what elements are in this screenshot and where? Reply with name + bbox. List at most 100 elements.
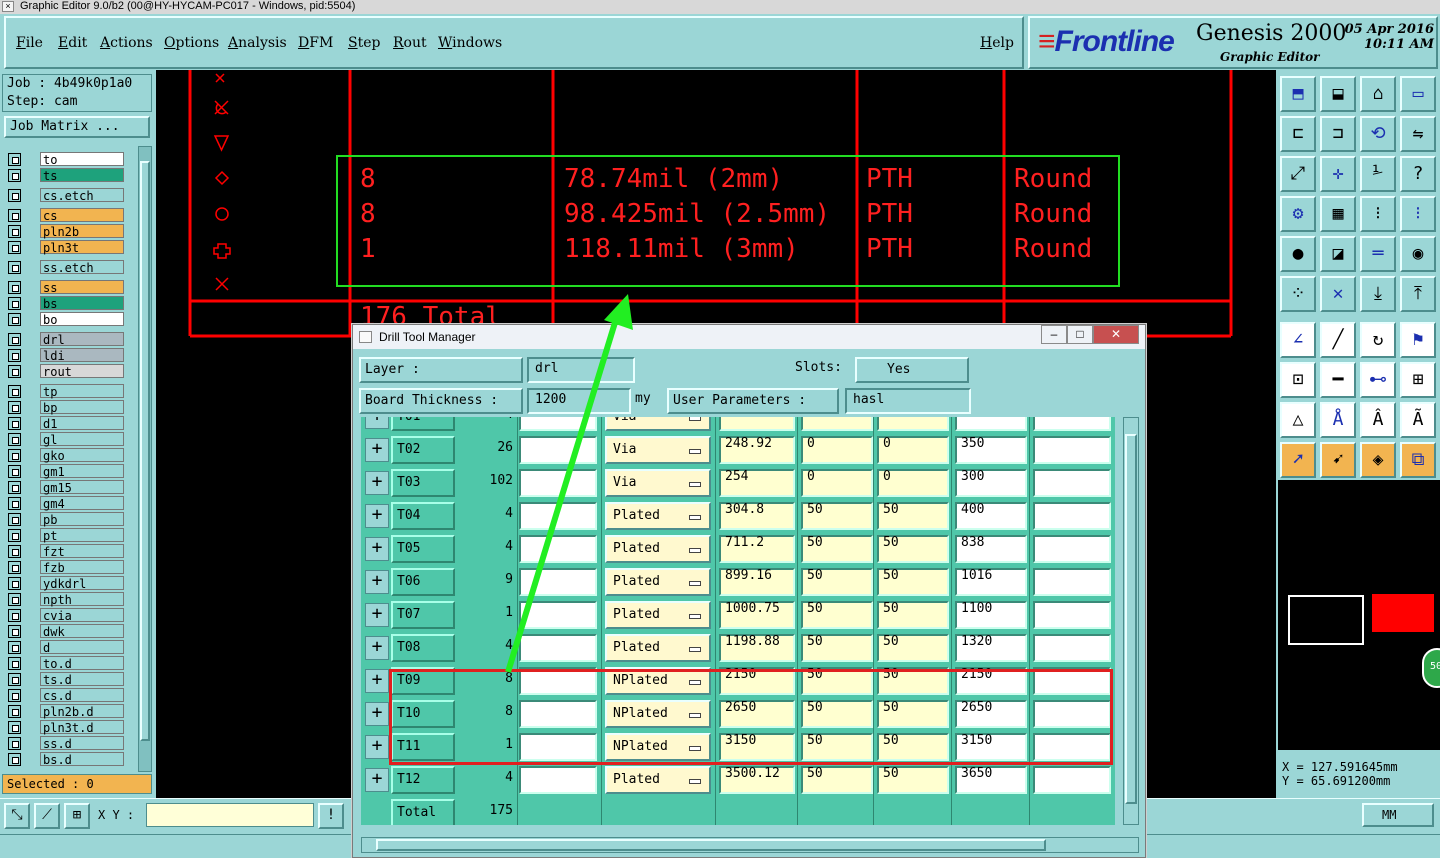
menu-file[interactable]: File <box>16 35 43 51</box>
layer-row-gl[interactable]: gl <box>4 432 126 447</box>
table-horizontal-scrollbar[interactable] <box>361 837 1139 853</box>
layer-checkbox[interactable] <box>8 641 21 654</box>
min-tolerance-field[interactable]: 50 <box>801 634 873 662</box>
layer-name[interactable]: d <box>40 640 124 655</box>
job-matrix-button[interactable]: Job Matrix ... <box>4 116 150 138</box>
layer-checkbox[interactable] <box>8 349 21 362</box>
settings-icon[interactable]: ⚙ <box>1280 196 1316 232</box>
pointer-icon[interactable]: ➚ <box>1280 442 1316 478</box>
window-icon[interactable]: ▭ <box>1400 76 1436 112</box>
tool-number[interactable]: T07 <box>391 601 455 629</box>
minimize-button[interactable]: – <box>1041 325 1067 344</box>
layer-name[interactable]: cs <box>40 208 124 223</box>
angle-icon[interactable]: ∠ <box>1280 322 1316 358</box>
max-tolerance-field[interactable]: 0 <box>877 436 949 464</box>
max-tolerance-field[interactable]: 50 <box>877 502 949 530</box>
flag-icon[interactable]: ⚑ <box>1400 322 1436 358</box>
bit-size-field[interactable]: 1016 <box>955 568 1027 596</box>
mirror-icon[interactable]: ⇋ <box>1400 116 1436 152</box>
layer-list-scrollbar[interactable] <box>138 146 152 772</box>
layer-name[interactable]: pln2b.d <box>40 704 124 719</box>
layer-row-to-d[interactable]: to.d <box>4 656 126 671</box>
tool-number[interactable]: T12 <box>391 766 455 794</box>
tool-finish-size-field[interactable] <box>519 502 597 530</box>
tool-type-select[interactable]: Via <box>605 436 711 464</box>
board-thickness-field[interactable]: 1200 <box>527 388 631 414</box>
layer-name[interactable]: pln2b <box>40 224 124 239</box>
triangle-icon[interactable]: △ <box>1280 402 1316 438</box>
layer-row-pln2b-d[interactable]: pln2b.d <box>4 704 126 719</box>
layer-row-pln3t-d[interactable]: pln3t.d <box>4 720 126 735</box>
layer-checkbox[interactable] <box>8 689 21 702</box>
layer-checkbox[interactable] <box>8 705 21 718</box>
layer-name[interactable]: gm15 <box>40 480 124 495</box>
layer-checkbox[interactable] <box>8 169 21 182</box>
layer-checkbox[interactable] <box>8 593 21 606</box>
bit-size-field[interactable]: 3650 <box>955 766 1027 794</box>
scale-icon[interactable]: ⅟ <box>1360 156 1396 192</box>
layer-name[interactable]: pln3t <box>40 240 124 255</box>
add-tool-icon[interactable]: + <box>365 669 389 693</box>
layer-name[interactable]: ydkdrl <box>40 576 124 591</box>
layer-name[interactable]: ts <box>40 168 124 183</box>
layer-checkbox[interactable] <box>8 481 21 494</box>
layer-checkbox[interactable] <box>8 577 21 590</box>
tool-type-select[interactable]: Plated <box>605 601 711 629</box>
vector-icon[interactable]: ⤒ <box>1400 276 1436 312</box>
tool-finish-size-field[interactable] <box>519 568 597 596</box>
layer-row-cs-etch[interactable]: cs.etch <box>4 188 126 203</box>
menu-rout[interactable]: Rout <box>393 35 427 51</box>
table-hscroll-thumb[interactable] <box>376 839 1046 851</box>
layer-row-pln2b[interactable]: pln2b <box>4 224 126 239</box>
dash-icon[interactable]: ━ <box>1320 362 1356 398</box>
max-tolerance-field[interactable]: 50 <box>877 535 949 563</box>
tool-number[interactable]: T06 <box>391 568 455 596</box>
layer-checkbox[interactable] <box>8 401 21 414</box>
help-query-icon[interactable]: ? <box>1400 156 1436 192</box>
route-icon[interactable]: ⧉ <box>1400 442 1436 478</box>
tool-number[interactable]: T04 <box>391 502 455 530</box>
menu-analysis[interactable]: Analysis <box>228 35 287 51</box>
layer-name[interactable]: ts.d <box>40 672 124 687</box>
center-icon[interactable]: ✛ <box>1320 156 1356 192</box>
fit-screen-icon[interactable]: ⤢ <box>1280 156 1316 192</box>
tool-type-select[interactable]: Plated <box>605 766 711 794</box>
layer-row-ldi[interactable]: ldi <box>4 348 126 363</box>
table-vertical-scrollbar[interactable] <box>1123 417 1139 825</box>
layer-checkbox[interactable] <box>8 261 21 274</box>
drill-size-field[interactable]: 899.16 <box>719 568 795 596</box>
extra-param-field[interactable] <box>1033 417 1111 431</box>
layer-name[interactable]: bp <box>40 400 124 415</box>
layer-row-bs-d[interactable]: bs.d <box>4 752 126 767</box>
extra-param-field[interactable] <box>1033 535 1111 563</box>
layer-checkbox[interactable] <box>8 561 21 574</box>
arrow-b-icon[interactable]: Â <box>1360 402 1396 438</box>
layer-name[interactable]: pln3t.d <box>40 720 124 735</box>
layer-name[interactable]: fzb <box>40 560 124 575</box>
extra-param-field[interactable] <box>1033 436 1111 464</box>
drill-size-field[interactable]: 1000.75 <box>719 601 795 629</box>
add-tool-icon[interactable]: + <box>365 438 389 462</box>
extra-param-field[interactable] <box>1033 634 1111 662</box>
add-tool-icon[interactable]: + <box>365 471 389 495</box>
layer-checkbox[interactable] <box>8 365 21 378</box>
layer-name[interactable]: gm1 <box>40 464 124 479</box>
group-icon[interactable]: ⊞ <box>1400 362 1436 398</box>
extra-param-field[interactable] <box>1033 469 1111 497</box>
close-button[interactable]: ✕ <box>1093 325 1139 344</box>
layer-checkbox[interactable] <box>8 609 21 622</box>
layer-checkbox[interactable] <box>8 625 21 638</box>
min-tolerance-field[interactable]: 50 <box>801 766 873 794</box>
slots-select[interactable]: Yes <box>855 357 969 383</box>
layer-row-gm15[interactable]: gm15 <box>4 480 126 495</box>
layer-checkbox[interactable] <box>8 753 21 766</box>
layer-row-drl[interactable]: drl <box>4 332 126 347</box>
menu-windows[interactable]: Windows <box>438 35 502 51</box>
tool-number[interactable]: T08 <box>391 634 455 662</box>
node-icon[interactable]: ⁘ <box>1280 276 1316 312</box>
polygon-icon[interactable]: ◪ <box>1320 236 1356 272</box>
tool-type-select[interactable]: Via <box>605 417 711 431</box>
grid-icon[interactable]: ⊞ <box>64 803 90 829</box>
layer-row-rout[interactable]: rout <box>4 364 126 379</box>
layer-name[interactable]: rout <box>40 364 124 379</box>
